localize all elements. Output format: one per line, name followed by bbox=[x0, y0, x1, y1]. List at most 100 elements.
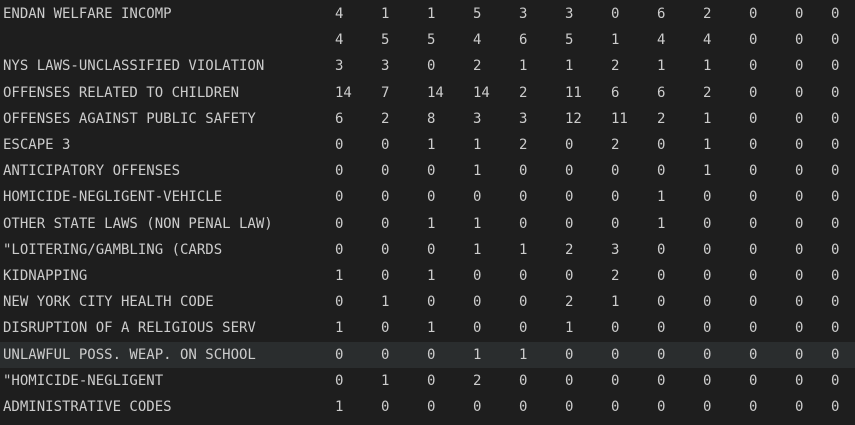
count-cell: 0 bbox=[427, 294, 436, 311]
table-row: NYS LAWS-UNCLASSIFIED VIOLATION 3 3 0 2 1 1 2 1 1… bbox=[0, 53, 855, 79]
count-cell: 5 bbox=[473, 6, 482, 22]
count-cell: 0 bbox=[335, 137, 344, 153]
offense-name: KIDNAPPING bbox=[3, 268, 88, 284]
table-row: ADMINISTRATIVE CODES 1 0 0 0 0 0 0 0 0 0 0 0 bbox=[0, 394, 855, 420]
count-cell: 0 bbox=[831, 84, 840, 101]
count-cell: 4 bbox=[703, 32, 712, 49]
count-cell: 1 bbox=[381, 6, 390, 22]
count-cell: 0 bbox=[657, 137, 666, 153]
table-row: KIDNAPPING 1 0 1 0 0 0 2 0 0 0 0 0 bbox=[0, 263, 855, 289]
count-cell: 8 bbox=[427, 110, 436, 127]
count-cell: 1 bbox=[335, 399, 344, 415]
count-cell: 2 bbox=[703, 84, 712, 101]
count-cell: 0 bbox=[749, 189, 758, 206]
count-cell: 0 bbox=[335, 241, 344, 258]
count-cell: 11 bbox=[565, 84, 582, 101]
count-cell: 0 bbox=[749, 6, 758, 22]
count-cell: 0 bbox=[657, 399, 666, 415]
count-cell: 0 bbox=[831, 399, 840, 415]
count-cell: 0 bbox=[427, 163, 436, 180]
count-cell: 1 bbox=[703, 163, 712, 180]
count-cell: 0 bbox=[335, 346, 344, 363]
table-row: "LOITERING/GAMBLING (CARDS 0 0 0 1 1 2 3 0 0 0 0 0 bbox=[0, 237, 855, 263]
count-cell: 0 bbox=[795, 137, 804, 153]
count-cell: 4 bbox=[335, 6, 344, 22]
count-cell: 0 bbox=[795, 320, 804, 337]
count-cell: 0 bbox=[703, 268, 712, 284]
count-cell: 0 bbox=[473, 189, 482, 206]
count-cell: 0 bbox=[831, 268, 840, 284]
text-editor[interactable]: ENDAN WELFARE INCOMP 4 1 1 5 3 3 0 6 2 0 0 0 4 5 5 4 6 5 1 4… bbox=[0, 0, 855, 425]
count-cell: 0 bbox=[657, 294, 666, 311]
count-cell: 0 bbox=[749, 137, 758, 153]
count-cell: 0 bbox=[795, 110, 804, 127]
count-cell: 0 bbox=[703, 320, 712, 337]
table-row: OFFENSES AGAINST PUBLIC SAFETY 6 2 8 3 3 12 11 2… bbox=[0, 106, 855, 132]
count-cell: 0 bbox=[381, 399, 390, 415]
count-cell: 0 bbox=[473, 268, 482, 284]
table-row: UNLAWFUL POSS. WEAP. ON SCHOOL 0 0 0 1 1 0 0 0 0 0… bbox=[0, 341, 855, 368]
count-cell: 1 bbox=[381, 294, 390, 311]
offense-name: ESCAPE 3 bbox=[3, 137, 71, 153]
count-cell: 1 bbox=[703, 137, 712, 153]
count-cell: 0 bbox=[657, 372, 666, 389]
count-cell: 0 bbox=[795, 84, 804, 101]
count-cell: 14 bbox=[335, 84, 352, 101]
count-cell: 0 bbox=[795, 189, 804, 206]
count-cell: 1 bbox=[565, 320, 574, 337]
table-row: ENDAN WELFARE INCOMP 4 1 1 5 3 3 0 6 2 0 0 0 bbox=[0, 1, 855, 27]
count-cell: 0 bbox=[795, 215, 804, 232]
count-cell: 0 bbox=[519, 268, 528, 284]
count-cell: 0 bbox=[611, 215, 620, 232]
count-cell: 0 bbox=[703, 294, 712, 311]
count-cell: 1 bbox=[335, 320, 344, 337]
count-cell: 0 bbox=[831, 215, 840, 232]
count-cell: 3 bbox=[335, 58, 344, 75]
count-cell: 0 bbox=[795, 346, 804, 363]
count-cell: 0 bbox=[519, 163, 528, 180]
offense-name: UNLAWFUL POSS. WEAP. ON SCHOOL bbox=[3, 346, 256, 363]
count-cell: 0 bbox=[473, 320, 482, 337]
count-cell: 2 bbox=[611, 137, 620, 153]
count-cell: 1 bbox=[611, 32, 620, 49]
count-cell: 0 bbox=[749, 399, 758, 415]
count-cell: 0 bbox=[335, 163, 344, 180]
offense-name: ANTICIPATORY OFFENSES bbox=[3, 163, 181, 180]
offense-name: HOMICIDE-NEGLIGENT-VEHICLE bbox=[3, 189, 223, 206]
count-cell: 0 bbox=[611, 372, 620, 389]
offense-name: "HOMICIDE-NEGLIGENT bbox=[3, 372, 164, 389]
count-cell: 4 bbox=[335, 32, 344, 49]
count-cell: 0 bbox=[611, 163, 620, 180]
count-cell: 0 bbox=[795, 241, 804, 258]
count-cell: 1 bbox=[703, 58, 712, 75]
count-cell: 0 bbox=[381, 320, 390, 337]
count-cell: 0 bbox=[657, 241, 666, 258]
count-cell: 1 bbox=[657, 58, 666, 75]
count-cell: 0 bbox=[565, 268, 574, 284]
count-cell: 1 bbox=[335, 268, 344, 284]
count-cell: 0 bbox=[703, 189, 712, 206]
count-cell: 14 bbox=[427, 84, 444, 101]
count-cell: 1 bbox=[473, 346, 482, 363]
count-cell: 1 bbox=[473, 215, 482, 232]
count-cell: 3 bbox=[381, 58, 390, 75]
count-cell: 0 bbox=[427, 399, 436, 415]
count-cell: 0 bbox=[335, 189, 344, 206]
count-cell: 0 bbox=[657, 320, 666, 337]
count-cell: 2 bbox=[611, 58, 620, 75]
count-cell: 0 bbox=[335, 372, 344, 389]
count-cell: 0 bbox=[473, 399, 482, 415]
count-cell: 1 bbox=[427, 215, 436, 232]
count-cell: 1 bbox=[427, 6, 436, 22]
count-cell: 0 bbox=[565, 163, 574, 180]
count-cell: 0 bbox=[381, 268, 390, 284]
count-cell: 0 bbox=[519, 215, 528, 232]
count-cell: 1 bbox=[427, 137, 436, 153]
count-cell: 0 bbox=[611, 6, 620, 22]
count-cell: 0 bbox=[381, 163, 390, 180]
count-cell: 0 bbox=[749, 110, 758, 127]
count-cell: 1 bbox=[611, 294, 620, 311]
count-cell: 0 bbox=[703, 346, 712, 363]
table-row: ESCAPE 3 0 0 1 1 2 0 2 0 1 0 0 0 bbox=[0, 132, 855, 158]
count-cell: 0 bbox=[703, 399, 712, 415]
